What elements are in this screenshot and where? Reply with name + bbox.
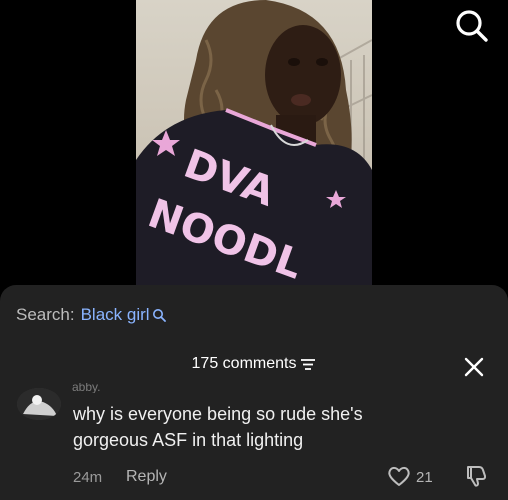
search-term[interactable]: Black girl	[81, 305, 150, 325]
video-player[interactable]: DVA NOODL	[0, 0, 508, 287]
close-icon	[464, 357, 484, 377]
heart-icon	[388, 466, 410, 486]
search-prefix: Search:	[16, 305, 75, 324]
reply-button[interactable]: Reply	[126, 468, 167, 486]
avatar-image	[17, 388, 61, 420]
search-icon	[456, 10, 488, 42]
username[interactable]: abby.	[72, 383, 100, 393]
like-count: 21	[416, 469, 433, 486]
video-frame: DVA NOODL	[136, 0, 372, 287]
related-search-link[interactable]: Search: Black girl	[16, 305, 166, 325]
comments-header[interactable]: 175 comments	[0, 355, 508, 373]
avatar[interactable]	[17, 388, 61, 420]
username-clip: abby.	[72, 383, 142, 393]
search-button[interactable]	[452, 6, 492, 46]
comments-sheet: Search: Black girl 175 comments abby. wh…	[0, 285, 508, 500]
dislike-button[interactable]	[462, 463, 488, 489]
like-button[interactable]	[386, 463, 412, 489]
comment-item: abby. why is everyone being so rude she'…	[0, 383, 508, 500]
comment-text: why is everyone being so rude she's gorg…	[73, 404, 363, 450]
video-thumbnail: DVA NOODL	[136, 0, 372, 287]
sort-icon	[301, 359, 316, 370]
search-icon	[152, 309, 166, 322]
comment-time: 24m	[73, 469, 103, 486]
comments-count: 175 comments	[191, 355, 297, 372]
dislike-icon	[467, 466, 487, 487]
close-button[interactable]	[462, 355, 486, 379]
